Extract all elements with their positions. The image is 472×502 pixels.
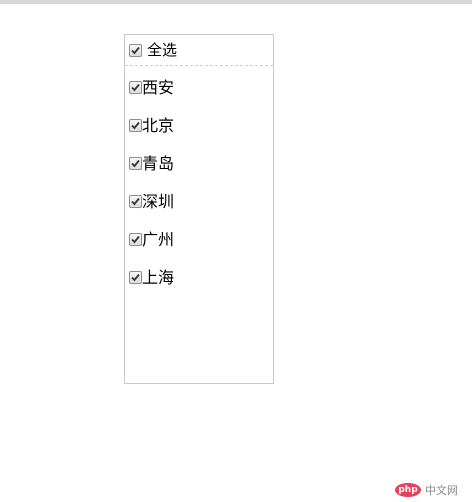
- city-label: 北京: [142, 116, 175, 135]
- check-icon: [131, 121, 140, 130]
- city-item-shanghai[interactable]: 上海: [125, 268, 273, 306]
- city-label: 青岛: [142, 154, 175, 173]
- browser-top-edge: [0, 0, 472, 4]
- select-all-row[interactable]: 全选: [125, 35, 273, 66]
- city-item-beijing[interactable]: 北京: [125, 116, 273, 154]
- city-item-guangzhou[interactable]: 广州: [125, 230, 273, 268]
- check-icon: [131, 197, 140, 206]
- php-logo: php: [395, 483, 421, 497]
- city-checkbox-beijing[interactable]: [129, 119, 142, 132]
- watermark-text: 中文网: [425, 484, 458, 497]
- city-label: 上海: [142, 268, 175, 287]
- check-icon: [131, 83, 140, 92]
- city-checkbox-panel: 全选 西安 北京 青岛 深圳 广州 上海: [124, 34, 274, 384]
- site-watermark: php 中文网: [395, 482, 458, 498]
- city-checkbox-guangzhou[interactable]: [129, 233, 142, 246]
- check-icon: [131, 159, 140, 168]
- check-icon: [131, 46, 140, 54]
- check-icon: [131, 235, 140, 244]
- city-item-xian[interactable]: 西安: [125, 78, 273, 116]
- select-all-checkbox[interactable]: [129, 43, 142, 57]
- city-checkbox-xian[interactable]: [129, 81, 142, 94]
- select-all-label: 全选: [147, 41, 178, 59]
- city-checkbox-qingdao[interactable]: [129, 157, 142, 170]
- city-label: 广州: [142, 230, 175, 249]
- city-checkbox-shenzhen[interactable]: [129, 195, 142, 208]
- city-label: 西安: [142, 78, 175, 97]
- city-item-qingdao[interactable]: 青岛: [125, 154, 273, 192]
- city-list: 西安 北京 青岛 深圳 广州 上海: [125, 66, 273, 306]
- city-label: 深圳: [142, 192, 175, 211]
- check-icon: [131, 273, 140, 282]
- city-item-shenzhen[interactable]: 深圳: [125, 192, 273, 230]
- city-checkbox-shanghai[interactable]: [129, 271, 142, 284]
